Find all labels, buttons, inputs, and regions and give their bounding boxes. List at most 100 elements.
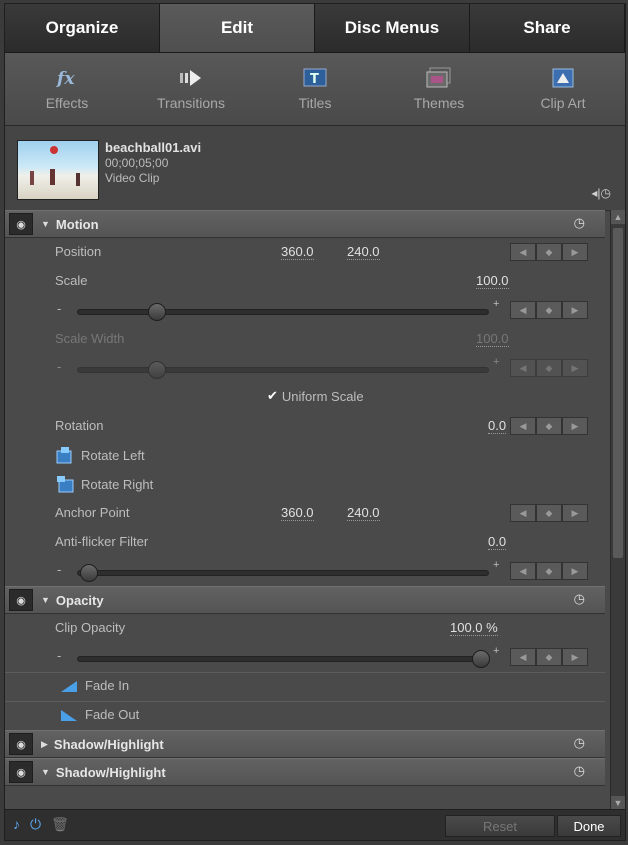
main-tabs: Organize Edit Disc Menus Share [5,4,625,53]
scale-row: Scale 100.0 [5,267,605,296]
stopwatch-icon[interactable]: ◷ [574,735,585,751]
themes-icon [426,67,451,88]
visibility-eye-icon[interactable]: ◉ [9,733,33,755]
add-keyframe-icon[interactable]: ◆ [536,301,562,319]
next-keyframe-icon[interactable]: ▶ [562,648,588,666]
opacity-header[interactable]: ◉ ▼ Opacity ◷ [5,586,605,614]
reset-button[interactable]: Reset [445,815,555,837]
prev-keyframe-icon[interactable]: ◀ [510,301,536,319]
next-keyframe-icon[interactable]: ▶ [562,301,588,319]
trash-icon[interactable]: 🗑 [51,816,69,833]
scroll-up-icon[interactable]: ▲ [611,210,625,224]
motion-title: Motion [55,216,99,232]
slider-plus: + [493,298,500,310]
collapse-triangle-icon[interactable]: ▶ [41,739,48,750]
expand-triangle-icon[interactable]: ▼ [41,767,50,777]
vertical-scrollbar[interactable]: ▲ ▼ [610,210,625,810]
rotate-right-button[interactable]: Rotate Right [55,474,153,494]
scale-width-keyframe-nav: ◀ ◆ ▶ [510,359,588,377]
prev-keyframe-icon[interactable]: ◀ [510,243,536,261]
add-keyframe-icon[interactable]: ◆ [536,504,562,522]
slider-minus: - [57,301,62,316]
effects-label: Effects [45,95,89,111]
anchor-x-value[interactable]: 360.0 [281,505,314,521]
fade-in-button[interactable]: Fade In [59,678,129,693]
position-x-value[interactable]: 360.0 [281,244,314,260]
scale-slider-knob[interactable] [148,303,166,321]
themes-button[interactable]: Themes [377,53,501,125]
shadow-highlight-header-expanded[interactable]: ◉ ▼ Shadow/Highlight ◷ [5,758,605,786]
fade-in-label: Fade In [85,678,130,693]
audio-effects-icon[interactable]: ♪ [13,816,20,833]
uniform-scale-checkbox[interactable]: ✔ Uniform Scale [267,388,364,404]
scroll-down-icon[interactable]: ▼ [611,796,625,810]
clip-type: Video Clip [105,171,160,185]
done-button[interactable]: Done [557,815,621,837]
add-keyframe-icon[interactable]: ◆ [536,648,562,666]
visibility-eye-icon[interactable]: ◉ [9,589,33,611]
prev-keyframe-icon: ◀ [510,359,536,377]
tab-disc-menus[interactable]: Disc Menus [315,4,470,52]
prev-keyframe-icon[interactable]: ◀ [510,417,536,435]
slider-plus: + [493,559,500,571]
fade-out-label: Fade Out [85,707,140,722]
tab-edit[interactable]: Edit [160,4,315,52]
add-keyframe-icon[interactable]: ◆ [536,562,562,580]
anti-flicker-value[interactable]: 0.0 [488,534,507,550]
beach-scene-image [30,146,80,186]
motion-header[interactable]: ◉ ▼ Motion ◷ [5,210,605,238]
rotate-left-button[interactable]: Rotate Left [55,445,145,465]
themes-label: Themes [413,95,465,111]
next-keyframe-icon[interactable]: ▶ [562,504,588,522]
clip-opacity-slider-knob[interactable] [472,650,490,668]
next-keyframe-icon[interactable]: ▶ [562,243,588,261]
prev-keyframe-icon[interactable]: ◀ [510,504,536,522]
fade-out-button[interactable]: Fade Out [59,707,139,722]
reset-power-icon[interactable]: ⏻ [30,816,41,833]
anchor-point-row: Anchor Point 360.0 240.0 ◀ ◆ ▶ [5,499,605,528]
scale-value[interactable]: 100.0 [476,273,509,289]
stopwatch-icon[interactable]: ◷ [574,215,585,231]
titles-button[interactable]: T Titles [253,53,377,125]
next-keyframe-icon: ▶ [562,359,588,377]
anchor-y-value[interactable]: 240.0 [347,505,380,521]
clip-info: beachball01.avi 00;00;05;00 Video Clip ◂… [5,126,625,211]
expand-triangle-icon[interactable]: ▼ [41,595,50,605]
add-keyframe-icon[interactable]: ◆ [536,243,562,261]
clip-opacity-value[interactable]: 100.0 % [450,620,498,636]
transitions-button[interactable]: Transitions [129,53,253,125]
shadow-highlight-header-collapsed[interactable]: ◉ ▶ Shadow/Highlight ◷ [5,730,605,758]
visibility-eye-icon[interactable]: ◉ [9,761,33,783]
scale-slider[interactable] [77,303,489,321]
rotate-right-row: Rotate Right [5,470,605,499]
titles-icon: T [303,68,327,87]
prev-keyframe-icon[interactable]: ◀ [510,562,536,580]
prev-keyframe-icon[interactable]: ◀ [510,648,536,666]
tab-organize[interactable]: Organize [5,4,160,52]
clip-opacity-label: Clip Opacity [55,620,126,635]
clip-art-button[interactable]: Clip Art [501,53,625,125]
next-keyframe-icon[interactable]: ▶ [562,417,588,435]
properties-list: ◉ ▼ Motion ◷ Position 360.0 240.0 ◀ ◆ ▶ Sc… [5,210,605,810]
slider-minus: - [57,648,62,663]
add-keyframe-icon[interactable]: ◆ [536,417,562,435]
stopwatch-icon[interactable]: ◷ [574,763,585,779]
rotation-row: Rotation 0.0 ◀ ◆ ▶ [5,412,605,441]
scrollbar-thumb[interactable] [613,228,623,558]
show-keyframes-icon[interactable]: ◂|◷ [591,186,611,200]
expand-triangle-icon[interactable]: ▼ [41,219,50,229]
stopwatch-icon[interactable]: ◷ [574,591,585,607]
rotate-left-label: Rotate Left [81,447,145,463]
clip-art-icon [552,68,574,88]
clip-opacity-slider[interactable] [77,650,490,668]
rotation-value[interactable]: 0.0 [488,418,507,434]
anti-flicker-slider[interactable] [77,564,489,582]
effects-button[interactable]: fx Effects [5,53,129,125]
next-keyframe-icon[interactable]: ▶ [562,562,588,580]
visibility-eye-icon[interactable]: ◉ [9,213,33,235]
tab-share[interactable]: Share [470,4,625,52]
position-y-value[interactable]: 240.0 [347,244,380,260]
anti-flicker-slider-knob[interactable] [80,564,98,582]
rotation-label: Rotation [55,418,104,433]
scale-width-label: Scale Width [55,331,125,346]
